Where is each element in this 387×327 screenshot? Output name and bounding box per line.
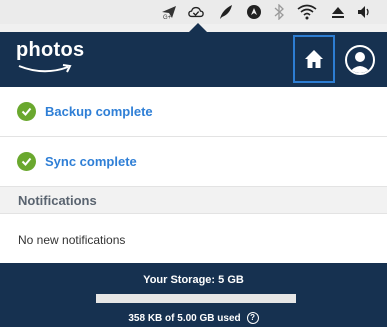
- storage-progress-bar: [96, 294, 296, 303]
- check-circle-icon: [17, 102, 36, 121]
- bluetooth-icon[interactable]: [271, 4, 287, 20]
- sync-status-label[interactable]: Sync complete: [45, 154, 137, 169]
- amazon-photos-cloud-icon[interactable]: [188, 4, 204, 20]
- popover-header: photos: [0, 32, 387, 87]
- popover-pointer: [189, 23, 207, 32]
- wifi-icon[interactable]: [297, 4, 317, 20]
- notifications-heading-bar: Notifications: [0, 187, 387, 214]
- menu-bar: G+: [0, 0, 387, 24]
- help-icon[interactable]: ?: [246, 312, 259, 324]
- photos-popover: photos Backup complete Sync complete Not…: [0, 32, 387, 327]
- location-arrow-icon[interactable]: [246, 4, 262, 20]
- menubar-badge: G+: [163, 15, 172, 21]
- account-avatar-button[interactable]: [345, 45, 375, 75]
- volume-icon[interactable]: [356, 4, 372, 20]
- backup-status-label[interactable]: Backup complete: [45, 104, 153, 119]
- storage-used-text: 358 KB of 5.00 GB used: [128, 312, 241, 324]
- eject-icon[interactable]: [330, 4, 346, 20]
- storage-footer: Your Storage: 5 GB 358 KB of 5.00 GB use…: [0, 263, 387, 327]
- home-button[interactable]: [293, 35, 335, 83]
- amazon-smile-icon: [18, 64, 72, 73]
- storage-title: Your Storage: 5 GB: [143, 274, 244, 286]
- feather-icon[interactable]: [218, 4, 234, 20]
- check-circle-icon: [17, 152, 36, 171]
- storage-used-row: 358 KB of 5.00 GB used ?: [0, 312, 387, 324]
- no-notifications-text: No new notifications: [18, 233, 126, 247]
- logo-text: photos: [16, 39, 85, 61]
- backup-status-row: Backup complete: [0, 87, 387, 137]
- home-icon: [305, 50, 323, 68]
- sync-status-row: Sync complete: [0, 137, 387, 187]
- photos-logo: photos: [16, 39, 84, 79]
- notifications-heading: Notifications: [18, 192, 97, 208]
- user-icon: [349, 52, 371, 73]
